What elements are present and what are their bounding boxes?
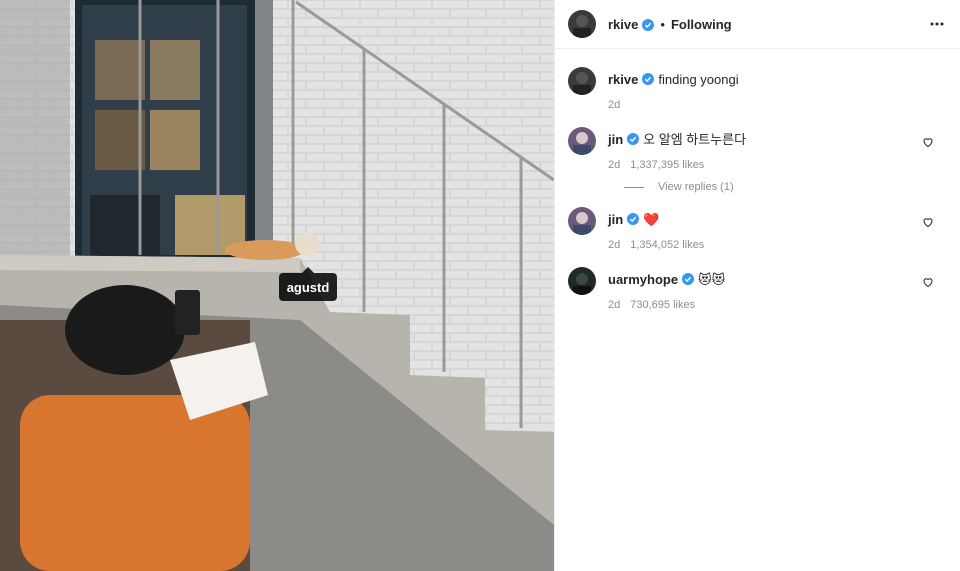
comment-username[interactable]: jin [608,212,623,227]
comment-text: ❤️ [643,212,660,227]
comment-text: 오 알엠 하트누른다 [643,132,747,147]
comments-list: rkive finding yoongi 2d jin 오 알엠 하트누른다 2d … [555,67,960,311]
heart-icon[interactable] [922,135,934,148]
heart-icon[interactable] [922,215,934,228]
comment-likes[interactable]: 1,354,052 likes [630,239,704,251]
header-username[interactable]: rkive [608,17,638,32]
caption: rkive finding yoongi 2d [568,67,948,111]
comment-likes[interactable]: 1,337,395 likes [630,159,704,171]
verified-badge-icon [642,72,655,85]
heart-icon[interactable] [922,275,934,288]
view-replies-label: View replies (1) [658,181,734,193]
comment-time[interactable]: 2d [608,299,620,311]
comment-username[interactable]: uarmyhope [608,272,678,287]
verified-badge-icon [682,272,695,285]
following-button[interactable]: Following [671,17,732,32]
avatar[interactable] [568,127,596,155]
caption-username[interactable]: rkive [608,72,638,87]
avatar[interactable] [568,67,596,95]
comment-time[interactable]: 2d [608,239,620,251]
view-replies-button[interactable]: View replies (1) [624,181,948,193]
verified-badge-icon [627,132,640,145]
user-tag-label: agustd [286,279,330,295]
verified-badge-icon [627,212,640,225]
list-item: uarmyhope 😻😻 2d 730,695 likes [568,267,948,311]
post-image [0,0,554,571]
post-photo[interactable]: agustd [0,0,554,571]
user-tag[interactable]: agustd [279,267,337,301]
comment-text: 😻😻 [698,272,726,287]
post-sidebar: rkive • Following rkive finding yoongi 2d [554,0,960,571]
caption-time[interactable]: 2d [608,99,620,111]
comment-time[interactable]: 2d [608,159,620,171]
more-horizontal-icon[interactable] [929,16,945,32]
comment-likes[interactable]: 730,695 likes [630,299,695,311]
avatar[interactable] [568,10,596,38]
list-item: jin 오 알엠 하트누른다 2d 1,337,395 likes [568,127,948,171]
verified-badge-icon [642,18,655,31]
separator-dot: • [660,16,665,32]
list-item: jin ❤️ 2d 1,354,052 likes [568,207,948,251]
caption-text: finding yoongi [658,72,739,87]
avatar[interactable] [568,207,596,235]
comment-username[interactable]: jin [608,132,623,147]
post-header: rkive • Following [555,0,960,49]
divider [624,186,644,188]
avatar[interactable] [568,267,596,295]
